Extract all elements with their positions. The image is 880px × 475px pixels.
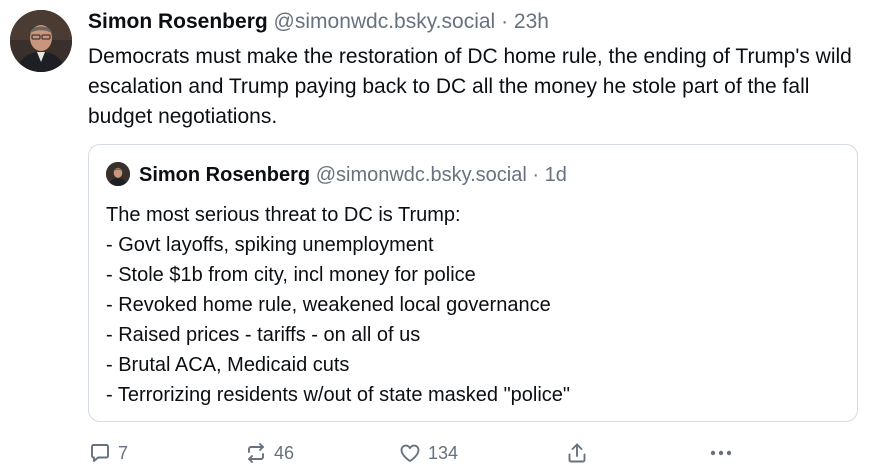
like-count: 134 bbox=[428, 442, 459, 463]
like-button[interactable]: 134 bbox=[398, 438, 458, 468]
quoted-meta-separator: · bbox=[532, 164, 540, 186]
share-upload-icon bbox=[565, 441, 589, 465]
repost-arrows-icon bbox=[244, 441, 268, 465]
post-text: Democrats must make the restoration of D… bbox=[88, 45, 852, 128]
reply-count: 7 bbox=[118, 442, 129, 463]
author-name[interactable]: Simon Rosenberg bbox=[88, 10, 268, 33]
reply-button[interactable]: 7 bbox=[88, 438, 128, 468]
share-button[interactable] bbox=[565, 438, 589, 468]
post-header: Simon Rosenberg @simonwdc.bsky.social · … bbox=[88, 8, 860, 36]
post-card: Simon Rosenberg @simonwdc.bsky.social · … bbox=[0, 0, 880, 475]
quoted-author-name[interactable]: Simon Rosenberg bbox=[139, 164, 310, 186]
comment-bubble-icon bbox=[88, 441, 112, 465]
quoted-text-line: - Raised prices - tariffs - on all of us bbox=[106, 324, 421, 346]
quoted-text-line: - Govt layoffs, spiking unemployment bbox=[106, 234, 434, 256]
author-handle[interactable]: @simonwdc.bsky.social bbox=[274, 10, 496, 33]
quoted-post-timestamp[interactable]: 1d bbox=[545, 164, 567, 186]
repost-count: 46 bbox=[274, 442, 295, 463]
quoted-text-line: - Stole $1b from city, incl money for po… bbox=[106, 264, 476, 286]
quoted-post-text: The most serious threat to DC is Trump: … bbox=[106, 200, 846, 410]
author-avatar[interactable] bbox=[10, 10, 72, 72]
quoted-text-line: - Brutal ACA, Medicaid cuts bbox=[106, 354, 350, 376]
meta-separator: · bbox=[501, 10, 509, 33]
more-options-button[interactable] bbox=[708, 438, 734, 468]
heart-icon bbox=[398, 441, 422, 465]
quoted-author-avatar[interactable] bbox=[106, 162, 130, 186]
post-timestamp[interactable]: 23h bbox=[514, 10, 549, 33]
more-dots-icon bbox=[708, 441, 734, 465]
quoted-text-line: - Revoked home rule, weakened local gove… bbox=[106, 294, 551, 316]
repost-button[interactable]: 46 bbox=[244, 438, 294, 468]
quoted-text-line: The most serious threat to DC is Trump: bbox=[106, 204, 461, 226]
quoted-post-header: Simon Rosenberg @simonwdc.bsky.social · … bbox=[139, 161, 843, 189]
quoted-post[interactable]: Simon Rosenberg @simonwdc.bsky.social · … bbox=[88, 144, 858, 422]
quoted-text-line: - Terrorizing residents w/out of state m… bbox=[106, 384, 571, 406]
quoted-author-handle[interactable]: @simonwdc.bsky.social bbox=[316, 164, 527, 186]
post-actions: 7 46 134 bbox=[88, 438, 858, 468]
